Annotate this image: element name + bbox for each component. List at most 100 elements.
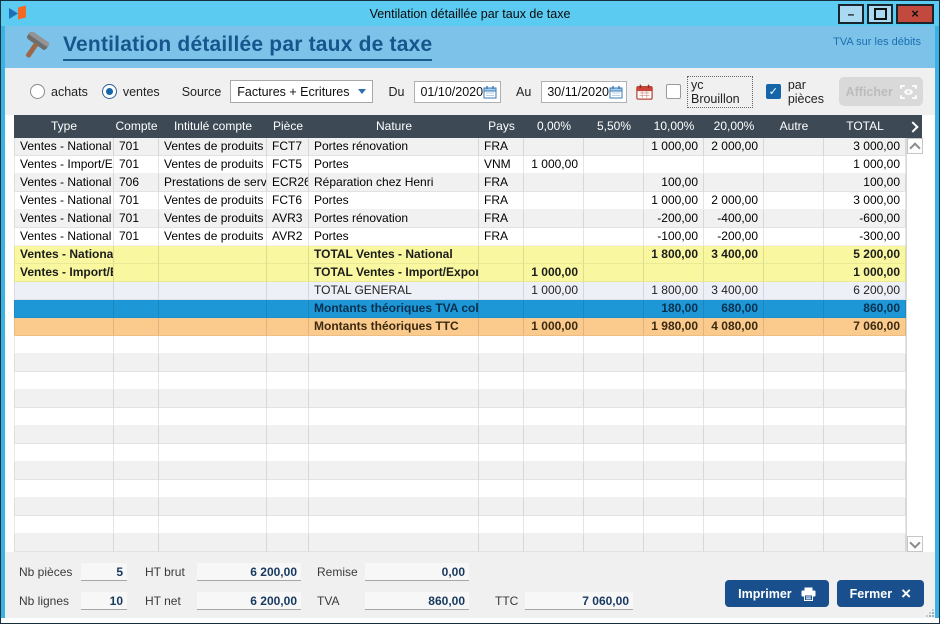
cell — [764, 192, 824, 210]
summary-footer: Nb pièces 5 HT brut 6 200,00 Remise 0,00… — [5, 552, 935, 618]
cell — [159, 282, 267, 300]
par-pieces-checkbox-label[interactable]: par pièces — [788, 78, 840, 106]
nb-lignes-label: Nb lignes — [19, 594, 81, 608]
column-header-pays[interactable]: Pays — [479, 115, 524, 138]
ventes-radio-circle[interactable] — [102, 84, 117, 99]
table-row[interactable]: Ventes - NationalTOTAL Ventes - National… — [14, 246, 906, 264]
titlebar[interactable]: Ventilation détaillée par taux de taxe –… — [1, 1, 939, 26]
table-row[interactable]: Montants théoriques TVA collectée180,006… — [14, 300, 906, 318]
cell: VNM — [479, 156, 524, 174]
scroll-up-button[interactable] — [907, 138, 923, 154]
cell — [159, 318, 267, 336]
ventes-radio[interactable]: ventes — [102, 84, 160, 99]
cell — [479, 480, 524, 498]
imprimer-button[interactable]: Imprimer — [725, 580, 829, 607]
cell — [159, 246, 267, 264]
fermer-button[interactable]: Fermer × — [837, 580, 924, 607]
brouillon-checkbox[interactable] — [666, 84, 681, 99]
cell — [824, 480, 906, 498]
cell: FCT6 — [267, 192, 309, 210]
column-header-10-00-[interactable]: 10,00% — [644, 115, 704, 138]
scroll-down-button[interactable] — [907, 536, 923, 552]
app-window: Ventilation détaillée par taux de taxe –… — [0, 0, 940, 624]
cell: Ventes de produits finis — [159, 210, 267, 228]
cell — [159, 498, 267, 516]
cell — [267, 516, 309, 534]
cell: 1 000,00 — [824, 264, 906, 282]
source-select[interactable]: Factures + Ecritures — [230, 80, 372, 103]
cell: 3 400,00 — [704, 282, 764, 300]
table-row[interactable]: Ventes - National706Prestations de servi… — [14, 174, 906, 192]
column-header-nature[interactable]: Nature — [309, 115, 479, 138]
column-header-autre[interactable]: Autre — [764, 115, 824, 138]
table-row[interactable]: Ventes - National701Ventes de produits f… — [14, 138, 906, 156]
footer-buttons: Imprimer Fermer × — [725, 580, 924, 607]
achats-radio-circle[interactable] — [30, 84, 45, 99]
date-to-input[interactable]: 30/11/2020 — [541, 81, 627, 103]
scroll-right-button[interactable] — [906, 115, 922, 138]
column-header-0-00-[interactable]: 0,00% — [524, 115, 584, 138]
column-header-total[interactable]: TOTAL — [824, 115, 906, 138]
column-header-type[interactable]: Type — [14, 115, 114, 138]
brouillon-checkbox-label[interactable]: yc Brouillon — [687, 76, 753, 108]
close-window-button[interactable]: × — [896, 4, 934, 24]
ventes-radio-label[interactable]: ventes — [123, 85, 160, 99]
par-pieces-checkbox[interactable]: ✓ — [766, 84, 781, 99]
table-row[interactable]: Montants théoriques TTC1 000,001 980,004… — [14, 318, 906, 336]
maximize-button[interactable] — [867, 4, 893, 24]
resize-grip[interactable] — [926, 609, 934, 617]
minimize-button[interactable]: – — [838, 4, 864, 24]
column-header-5-50-[interactable]: 5,50% — [584, 115, 644, 138]
cell — [824, 336, 906, 354]
table-row[interactable]: Ventes - National701Ventes de produits f… — [14, 210, 906, 228]
cell: 1 000,00 — [524, 282, 584, 300]
cell — [644, 372, 704, 390]
cell — [584, 210, 644, 228]
cell — [267, 408, 309, 426]
date-from-value[interactable]: 01/10/2020 — [420, 85, 483, 99]
column-header-compte[interactable]: Compte — [114, 115, 159, 138]
column-header-intitul-compte[interactable]: Intitulé compte — [159, 115, 267, 138]
date-from-input[interactable]: 01/10/2020 — [414, 81, 501, 103]
cell: Ventes de produits finis — [159, 156, 267, 174]
column-header-20-00-[interactable]: 20,00% — [704, 115, 764, 138]
empty-row — [14, 336, 906, 354]
column-header-pi-ce[interactable]: Pièce — [267, 115, 309, 138]
table-row[interactable]: Ventes - Import/Export701Ventes de produ… — [14, 156, 906, 174]
cell: FRA — [479, 192, 524, 210]
tva-value: 860,00 — [365, 592, 469, 610]
table-row[interactable]: TOTAL GENERAL1 000,001 800,003 400,006 2… — [14, 282, 906, 300]
table-row[interactable]: Ventes - National701Ventes de produits f… — [14, 192, 906, 210]
cell — [267, 318, 309, 336]
achats-radio[interactable]: achats — [30, 84, 88, 99]
close-icon: × — [901, 587, 911, 601]
cell — [584, 246, 644, 264]
table-row[interactable]: Ventes - Import/ExportTOTAL Ventes - Imp… — [14, 264, 906, 282]
cell — [524, 390, 584, 408]
cell — [267, 426, 309, 444]
cell — [114, 300, 159, 318]
cell — [479, 354, 524, 372]
ht-net-label: HT net — [145, 594, 197, 608]
cell — [309, 480, 479, 498]
cell: 1 000,00 — [524, 318, 584, 336]
cell — [479, 516, 524, 534]
date-to-value[interactable]: 30/11/2020 — [547, 85, 609, 99]
calendar-icon[interactable] — [483, 85, 497, 99]
cell — [824, 534, 906, 552]
period-calendar-icon[interactable] — [636, 83, 653, 101]
cell: Montants théoriques TTC — [309, 318, 479, 336]
cell: Montants théoriques TVA collectée — [309, 300, 479, 318]
cell — [704, 174, 764, 192]
vertical-scrollbar[interactable] — [906, 138, 922, 552]
cell — [584, 156, 644, 174]
cell — [309, 516, 479, 534]
cell — [14, 426, 114, 444]
cell — [764, 300, 824, 318]
cell — [14, 534, 114, 552]
calendar-icon[interactable] — [609, 85, 623, 99]
cell — [114, 408, 159, 426]
achats-radio-label[interactable]: achats — [51, 85, 88, 99]
afficher-button[interactable]: Afficher — [839, 77, 923, 106]
table-row[interactable]: Ventes - National701Ventes de produits f… — [14, 228, 906, 246]
